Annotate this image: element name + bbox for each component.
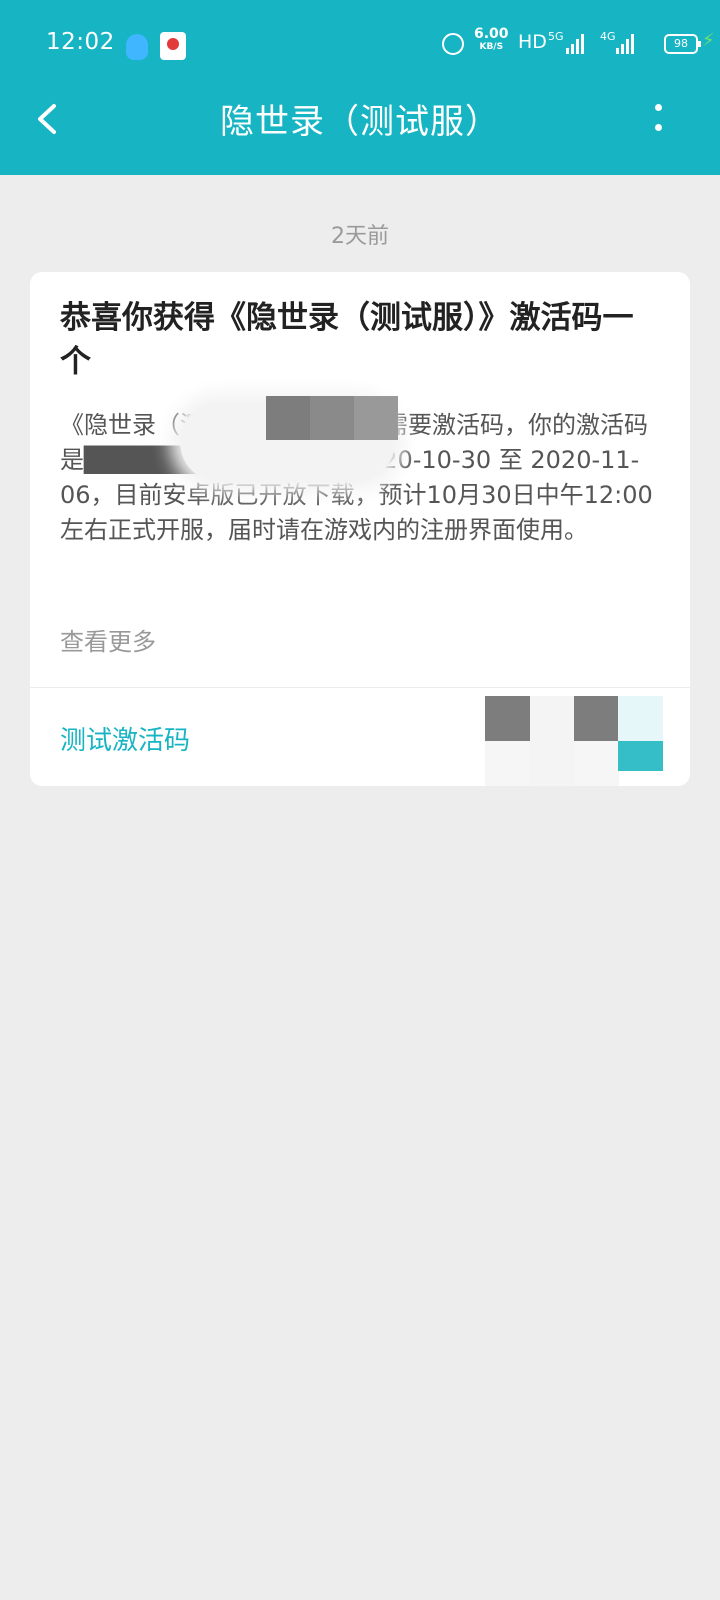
redaction-block [530, 741, 575, 786]
more-options-icon[interactable] [650, 102, 666, 136]
redaction-block [266, 396, 310, 440]
hd-indicator: HD [518, 31, 547, 53]
5g-label: 5G [548, 30, 564, 43]
4g-label: 4G [600, 30, 616, 43]
redaction-block [618, 741, 663, 771]
signal-bars-icon-2 [616, 34, 638, 54]
divider [30, 687, 690, 688]
redaction-block [574, 741, 619, 786]
redaction-block [485, 741, 530, 786]
status-bar: 12:02 6.00 KB/S HD 5G 4G 98 ⚡ [0, 20, 720, 68]
message-title: 恭喜你获得《隐世录（测试服）》激活码一个 [60, 300, 634, 380]
status-indicators: 6.00 KB/S HD 5G 4G 98 ⚡ [400, 20, 720, 68]
nav-bar: 隐世录（测试服） [0, 88, 720, 148]
redaction-block [354, 396, 398, 440]
charging-icon: ⚡ [702, 30, 715, 51]
top-bar: 12:02 6.00 KB/S HD 5G 4G 98 ⚡ 隐世录（测试服） [0, 0, 720, 175]
redaction-block [574, 696, 619, 741]
status-time: 12:02 [46, 29, 115, 55]
map-app-notification-icon [160, 32, 186, 60]
qq-notification-icon [126, 34, 148, 60]
redaction-block [618, 696, 663, 741]
message-card[interactable]: 恭喜你获得《隐世录（测试服）》激活码一个 《隐世录（测试服）》删档测试需要激活码… [30, 272, 690, 786]
activation-code-label[interactable]: 测试激活码 [60, 720, 190, 757]
redaction-block [310, 396, 354, 440]
redaction-block [530, 696, 575, 741]
battery-icon: 98 [664, 34, 701, 54]
network-speed: 6.00 KB/S [474, 26, 509, 52]
alarm-icon [442, 33, 464, 55]
view-more-link[interactable]: 查看更多 [60, 622, 156, 657]
page-title: 隐世录（测试服） [220, 102, 500, 142]
message-time: 2天前 [331, 224, 389, 249]
signal-bars-icon [566, 34, 588, 54]
redaction-block [485, 696, 530, 741]
